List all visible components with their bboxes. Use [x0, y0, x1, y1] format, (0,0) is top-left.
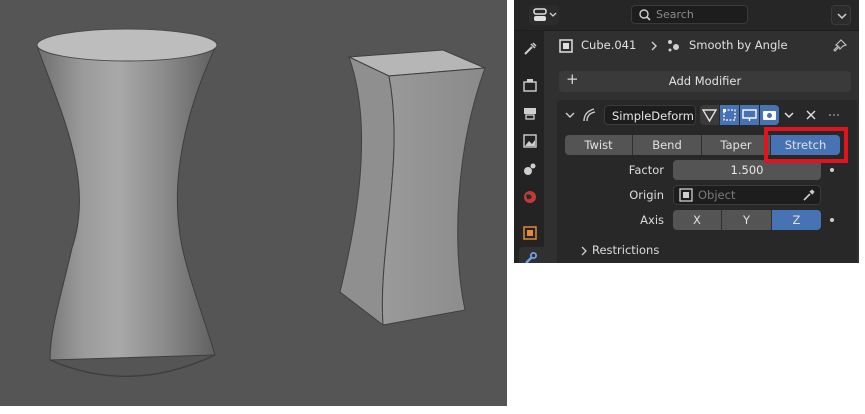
- world-icon: [524, 191, 536, 203]
- axis-y-label: Y: [742, 213, 751, 227]
- origin-placeholder: Object: [698, 188, 736, 202]
- axis-x-button[interactable]: X: [673, 210, 722, 230]
- origin-label: Origin: [629, 188, 664, 202]
- eyedropper-icon[interactable]: [802, 188, 816, 202]
- search-field[interactable]: Search: [631, 5, 748, 24]
- image-icon: [523, 134, 537, 148]
- tab-render[interactable]: [522, 77, 538, 93]
- axis-z-label: Z: [792, 213, 801, 227]
- factor-keyframe-dot[interactable]: [830, 168, 834, 172]
- axis-keyframe-dot[interactable]: [830, 218, 834, 222]
- close-icon[interactable]: [804, 105, 818, 125]
- add-modifier-label: Add Modifier: [668, 74, 742, 88]
- tab-object[interactable]: [522, 225, 538, 241]
- output-icon: [524, 108, 536, 120]
- wrench-icon: [525, 252, 537, 263]
- properties-header: Search: [514, 0, 859, 31]
- object-icon: [523, 226, 537, 240]
- monitor-icon: [742, 109, 757, 121]
- pin-icon[interactable]: [832, 38, 848, 54]
- header-menu-button[interactable]: [831, 5, 851, 25]
- search-placeholder: Search: [656, 8, 694, 21]
- edit-mode-icon: [723, 109, 736, 121]
- render-icon: [523, 79, 537, 92]
- modifier-name-text: SimpleDeform: [612, 109, 695, 123]
- modifier-name-field[interactable]: SimpleDeform: [604, 105, 696, 125]
- properties-editor-icon: [533, 8, 557, 21]
- edit-mode-cage-toggle[interactable]: [700, 105, 719, 125]
- vertex-triangle-icon: [701, 109, 718, 123]
- breadcrumb-object-name: Cube.041: [581, 38, 637, 52]
- tab-tool[interactable]: [522, 41, 538, 57]
- tab-world[interactable]: [522, 189, 538, 205]
- axis-label: Axis: [640, 213, 664, 227]
- axis-y-button[interactable]: Y: [722, 210, 772, 230]
- mode-taper-button[interactable]: Taper: [702, 135, 771, 155]
- object-field-icon: [679, 188, 693, 202]
- factor-field[interactable]: 1.500: [673, 160, 821, 180]
- camera-icon: [763, 111, 776, 120]
- object-data-icon: [559, 39, 573, 53]
- restrictions-subpanel-label[interactable]: Restrictions: [592, 243, 659, 257]
- properties-tabs: [514, 31, 544, 263]
- viewport-display-toggle[interactable]: [740, 105, 759, 125]
- mode-bend-label: Bend: [652, 138, 682, 152]
- mode-stretch-button[interactable]: Stretch: [771, 135, 840, 155]
- editor-type-button[interactable]: [529, 5, 559, 25]
- tab-scene[interactable]: [522, 161, 538, 177]
- factor-value: 1.500: [730, 163, 764, 177]
- mode-taper-label: Taper: [720, 138, 752, 152]
- chevron-down-icon: [837, 13, 847, 20]
- properties-editor: Search Cube.041 Smooth by Angle + Add Mo…: [514, 0, 859, 263]
- drag-handle-icon[interactable]: [827, 105, 841, 125]
- tab-output[interactable]: [522, 105, 538, 121]
- simple-deform-modifier-panel: SimpleDeform: [557, 100, 857, 263]
- collapse-chevron-icon[interactable]: [564, 109, 576, 121]
- tab-view-layer[interactable]: [522, 133, 538, 149]
- mode-twist-label: Twist: [584, 138, 613, 152]
- mode-bend-button[interactable]: Bend: [633, 135, 702, 155]
- scene-icon: [524, 163, 536, 175]
- stretched-cube-mesh[interactable]: [339, 49, 486, 327]
- 3d-viewport[interactable]: [0, 0, 507, 406]
- modifier-panel-header: SimpleDeform: [557, 100, 857, 130]
- axis-x-label: X: [693, 213, 701, 227]
- factor-label: Factor: [628, 163, 664, 177]
- mode-twist-button[interactable]: Twist: [565, 135, 633, 155]
- add-modifier-button[interactable]: + Add Modifier: [559, 70, 851, 92]
- render-toggle[interactable]: [760, 105, 779, 125]
- hyperboloid-mesh[interactable]: [36, 28, 218, 377]
- tool-icon: [524, 42, 537, 55]
- mode-stretch-label: Stretch: [784, 138, 827, 152]
- modifier-dropdown-icon[interactable]: [782, 105, 796, 125]
- viewport-scene: [36, 28, 486, 377]
- breadcrumb-modifier-name: Smooth by Angle: [689, 38, 788, 52]
- simple-deform-icon: [583, 108, 596, 122]
- tab-modifiers[interactable]: [519, 247, 544, 263]
- node-modifier-icon: [668, 40, 679, 52]
- edit-mode-toggle[interactable]: [720, 105, 739, 125]
- restrictions-chevron-icon[interactable]: [579, 244, 589, 258]
- chevron-right-icon: [651, 41, 657, 51]
- axis-z-button[interactable]: Z: [772, 210, 821, 230]
- search-icon: [639, 9, 651, 21]
- origin-object-field[interactable]: Object: [673, 185, 821, 205]
